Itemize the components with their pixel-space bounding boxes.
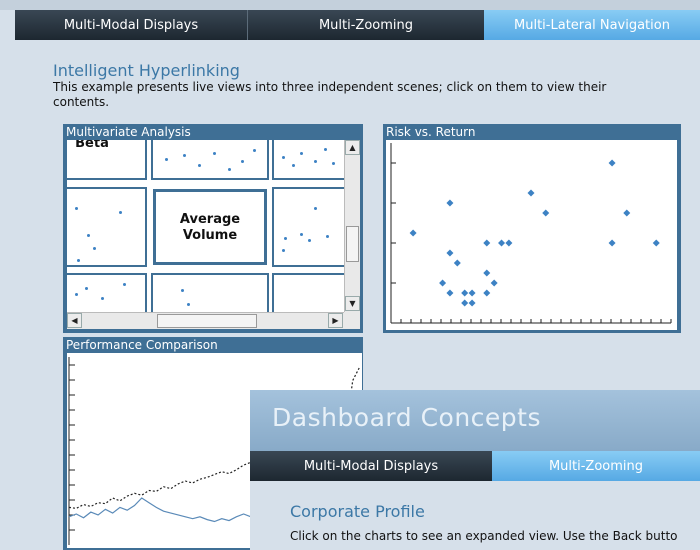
scroll-left-arrow-icon[interactable]: ◀ (67, 313, 82, 328)
section-description: This example presents live views into th… (53, 80, 607, 109)
matrix-cell[interactable] (272, 187, 344, 267)
scatter-point (483, 289, 491, 297)
scatter-point (446, 289, 454, 297)
scatter-point (409, 229, 417, 237)
main-tab-bar: Multi-Modal Displays Multi-Zooming Multi… (15, 10, 700, 40)
dashboard-window[interactable]: Dashboard Concepts Multi-Modal Displays … (250, 390, 700, 550)
scatter-point (446, 249, 454, 257)
dashboard-tab-multi-zooming[interactable]: Multi-Zooming (492, 451, 700, 481)
risk-return-chart[interactable] (386, 140, 677, 330)
scatter-point (608, 159, 616, 167)
beta-label: Beta (75, 140, 109, 151)
multivariate-vertical-scrollbar[interactable]: ▲ ▼ (344, 140, 360, 312)
scroll-down-arrow-icon[interactable]: ▼ (345, 296, 360, 311)
scatter-point (505, 239, 513, 247)
dashboard-header: Dashboard Concepts (250, 390, 700, 451)
scatter-point (490, 279, 498, 287)
risk-return-scatter (390, 143, 672, 324)
matrix-cell-average-volume[interactable]: Average Volume (153, 189, 267, 265)
scatter-point (623, 209, 631, 217)
scatter-point (483, 239, 491, 247)
multivariate-horizontal-scrollbar[interactable]: ◀ ▶ (67, 312, 344, 329)
tab-multi-zooming[interactable]: Multi-Zooming (248, 10, 484, 40)
scatter-point (461, 289, 469, 297)
scatter-point (498, 239, 506, 247)
matrix-cell[interactable] (151, 273, 269, 312)
scatter-point (483, 269, 491, 277)
scatter-point (439, 279, 447, 287)
matrix-cell[interactable] (151, 140, 269, 180)
matrix-cell[interactable] (272, 140, 344, 180)
section-title: Intelligent Hyperlinking (53, 61, 240, 80)
dashboard-title: Dashboard Concepts (272, 403, 541, 432)
scatter-point (446, 199, 454, 207)
dashboard-tab-multi-modal-displays[interactable]: Multi-Modal Displays (250, 451, 492, 481)
top-band (0, 0, 700, 10)
multivariate-panel-title: Multivariate Analysis (66, 125, 191, 139)
scatter-point (453, 259, 461, 267)
multivariate-grid[interactable]: Beta Average Volume (67, 140, 344, 312)
horizontal-scroll-thumb[interactable] (157, 314, 257, 328)
scatter-point (461, 299, 469, 307)
corporate-profile-description: Click on the charts to see an expanded v… (290, 529, 678, 543)
scatter-point (652, 239, 660, 247)
scatter-point (527, 189, 535, 197)
scatter-point (542, 209, 550, 217)
corporate-profile-heading: Corporate Profile (290, 502, 425, 521)
scroll-right-arrow-icon[interactable]: ▶ (328, 313, 343, 328)
vertical-scroll-thumb[interactable] (346, 226, 359, 262)
scrollbar-corner (344, 312, 360, 329)
average-volume-label: Average Volume (179, 212, 241, 243)
scatter-point (468, 289, 476, 297)
risk-return-panel-title: Risk vs. Return (386, 125, 476, 139)
tab-multi-lateral-navigation[interactable]: Multi-Lateral Navigation (484, 10, 700, 40)
matrix-cell[interactable] (67, 273, 147, 312)
dashboard-tab-bar: Multi-Modal Displays Multi-Zooming (250, 451, 700, 481)
tab-multi-modal-displays[interactable]: Multi-Modal Displays (15, 10, 248, 40)
scroll-up-arrow-icon[interactable]: ▲ (345, 140, 360, 155)
scatter-point (608, 239, 616, 247)
matrix-cell[interactable] (272, 273, 344, 312)
scatter-point (468, 299, 476, 307)
matrix-cell-beta[interactable]: Beta (67, 140, 147, 180)
matrix-cell[interactable] (67, 187, 147, 267)
performance-panel-title: Performance Comparison (66, 338, 218, 352)
